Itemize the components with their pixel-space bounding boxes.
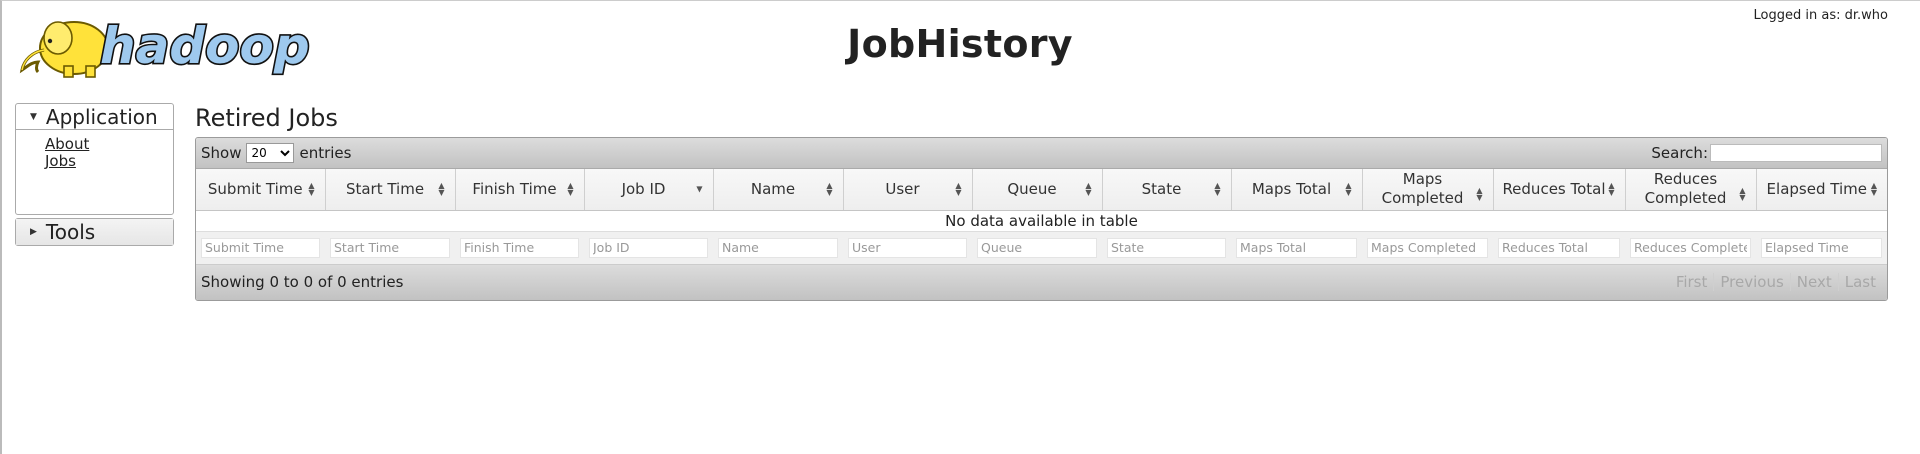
col-header-maps-completed[interactable]: Maps Completed ▲ ▼ bbox=[1362, 169, 1494, 211]
table-header-row: Submit Time ▲ ▼ Start Time ▲ ▼ Finish Time ▲ ▼… bbox=[196, 169, 1887, 211]
sort-desc-icon: ▼ bbox=[696, 184, 703, 194]
search-input[interactable] bbox=[1710, 144, 1882, 162]
nav-section-tools: ▶ Tools bbox=[15, 218, 174, 246]
col-header-label: Finish Time bbox=[472, 179, 557, 198]
filter-cell bbox=[325, 230, 455, 265]
nav-section-application: ▼ Application About Jobs bbox=[15, 103, 174, 215]
filter-cell bbox=[713, 230, 843, 265]
filter-input-user[interactable] bbox=[848, 237, 967, 258]
sort-both-icon: ▲ ▼ bbox=[1870, 181, 1877, 198]
col-header-state[interactable]: State ▲ ▼ bbox=[1102, 169, 1232, 211]
triangle-down-icon: ▼ bbox=[30, 111, 37, 122]
filter-cell bbox=[455, 230, 584, 265]
filter-row bbox=[196, 230, 1887, 265]
table-toolbar: Show 20 entries Search: bbox=[196, 138, 1887, 169]
triangle-right-icon: ▶ bbox=[30, 227, 37, 237]
sort-both-icon: ▲ ▼ bbox=[826, 181, 833, 198]
entries-label: entries bbox=[299, 144, 352, 162]
col-header-label: Reduces Total bbox=[1502, 179, 1606, 198]
col-header-label: Submit Time bbox=[207, 179, 303, 198]
nav-link-jobs[interactable]: Jobs bbox=[45, 153, 173, 170]
page-title: JobHistory bbox=[847, 22, 1073, 66]
empty-row: No data available in table bbox=[196, 210, 1887, 231]
col-header-job-id[interactable]: Job ID ▼ bbox=[584, 169, 714, 211]
col-header-maps-total[interactable]: Maps Total ▲ ▼ bbox=[1231, 169, 1363, 211]
col-header-start-time[interactable]: Start Time ▲ ▼ bbox=[325, 169, 456, 211]
last-page-button[interactable]: Last bbox=[1837, 273, 1882, 291]
filter-input-elapsed-time[interactable] bbox=[1761, 237, 1882, 258]
sort-both-icon: ▲ ▼ bbox=[1608, 181, 1615, 198]
col-header-label: Maps Total bbox=[1251, 179, 1332, 198]
col-header-user[interactable]: User ▲ ▼ bbox=[843, 169, 973, 211]
filter-cell bbox=[1102, 230, 1231, 265]
jobs-table: Submit Time ▲ ▼ Start Time ▲ ▼ Finish Time ▲ ▼… bbox=[196, 169, 1887, 265]
sort-both-icon: ▲ ▼ bbox=[567, 181, 574, 198]
sort-both-icon: ▲ ▼ bbox=[438, 181, 445, 198]
col-header-submit-time[interactable]: Submit Time ▲ ▼ bbox=[196, 169, 326, 211]
col-header-reduces-completed[interactable]: Reduces Completed ▲ ▼ bbox=[1625, 169, 1757, 211]
nav-link-about[interactable]: About bbox=[45, 136, 173, 153]
sort-both-icon: ▲ ▼ bbox=[1739, 186, 1746, 203]
col-header-label: Start Time bbox=[345, 179, 425, 198]
col-header-queue[interactable]: Queue ▲ ▼ bbox=[972, 169, 1103, 211]
jobs-table-wrapper: Show 20 entries Search: Submit Time ▲ ▼ St… bbox=[195, 137, 1888, 301]
previous-page-button[interactable]: Previous bbox=[1713, 273, 1789, 291]
filter-input-submit-time[interactable] bbox=[201, 237, 320, 258]
col-header-label: State bbox=[1141, 179, 1182, 198]
col-header-name[interactable]: Name ▲ ▼ bbox=[713, 169, 844, 211]
logged-in-user: Logged in as: dr.who bbox=[1753, 8, 1888, 23]
empty-message: No data available in table bbox=[945, 211, 1138, 230]
col-header-reduces-total[interactable]: Reduces Total ▲ ▼ bbox=[1493, 169, 1626, 211]
sort-both-icon: ▲ ▼ bbox=[308, 181, 315, 198]
search-label: Search: bbox=[1651, 144, 1708, 162]
sort-both-icon: ▲ ▼ bbox=[955, 181, 962, 198]
col-header-finish-time[interactable]: Finish Time ▲ ▼ bbox=[455, 169, 585, 211]
filter-cell bbox=[972, 230, 1102, 265]
filter-input-queue[interactable] bbox=[977, 237, 1097, 258]
filter-cell bbox=[843, 230, 972, 265]
col-header-label: Reduces Completed bbox=[1644, 170, 1727, 208]
sort-both-icon: ▲ ▼ bbox=[1085, 181, 1092, 198]
col-header-label: Name bbox=[750, 179, 796, 198]
show-label: Show bbox=[201, 144, 242, 162]
filter-input-finish-time[interactable] bbox=[460, 237, 579, 258]
first-page-button[interactable]: First bbox=[1670, 273, 1714, 291]
col-header-elapsed-time[interactable]: Elapsed Time ▲ ▼ bbox=[1756, 169, 1887, 211]
filter-input-state[interactable] bbox=[1107, 237, 1226, 258]
filter-input-job-id[interactable] bbox=[589, 237, 708, 258]
filter-cell bbox=[584, 230, 713, 265]
col-header-label: Queue bbox=[1007, 179, 1057, 198]
section-title: Retired Jobs bbox=[195, 104, 338, 132]
col-header-label: Elapsed Time bbox=[1766, 179, 1867, 198]
col-header-label: Maps Completed bbox=[1381, 170, 1464, 208]
filter-input-reduces-completed[interactable] bbox=[1630, 237, 1751, 258]
filter-cell bbox=[1362, 230, 1493, 265]
nav-header-label: Application bbox=[45, 104, 158, 129]
filter-cell bbox=[1625, 230, 1756, 265]
filter-input-maps-total[interactable] bbox=[1236, 237, 1357, 258]
filter-cell bbox=[196, 230, 325, 265]
nav-body-application: About Jobs bbox=[16, 130, 173, 214]
page-size-select[interactable]: 20 bbox=[246, 143, 295, 163]
next-page-button[interactable]: Next bbox=[1789, 273, 1838, 291]
sidebar-nav: ▼ Application About Jobs ▶ Tools bbox=[15, 103, 174, 249]
filter-input-reduces-total[interactable] bbox=[1498, 237, 1620, 258]
table-footer: Showing 0 to 0 of 0 entries First Previo… bbox=[196, 264, 1887, 300]
filter-cell bbox=[1231, 230, 1362, 265]
nav-header-tools[interactable]: ▶ Tools bbox=[16, 219, 173, 245]
pagination: First Previous Next Last bbox=[1670, 273, 1882, 291]
filter-cell bbox=[1756, 230, 1887, 265]
col-header-label: Job ID bbox=[621, 179, 666, 198]
nav-header-application[interactable]: ▼ Application bbox=[16, 104, 173, 130]
filter-input-start-time[interactable] bbox=[330, 237, 450, 258]
table-info: Showing 0 to 0 of 0 entries bbox=[201, 273, 404, 291]
sort-both-icon: ▲ ▼ bbox=[1345, 181, 1352, 198]
sort-both-icon: ▲ ▼ bbox=[1214, 181, 1221, 198]
col-header-label: User bbox=[885, 179, 920, 198]
sort-both-icon: ▲ ▼ bbox=[1476, 186, 1483, 203]
nav-header-label: Tools bbox=[45, 220, 96, 244]
filter-input-name[interactable] bbox=[718, 237, 838, 258]
filter-cell bbox=[1493, 230, 1625, 265]
filter-input-maps-completed[interactable] bbox=[1367, 237, 1488, 258]
